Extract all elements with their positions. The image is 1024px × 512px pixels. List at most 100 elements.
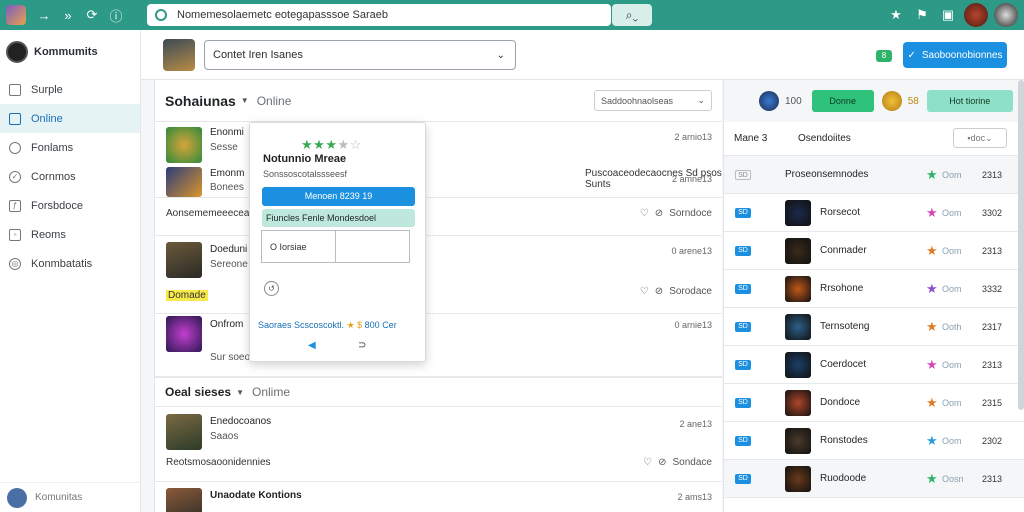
popover-secondary-button[interactable]: Fiuncles Fenle Mondesdoel [262,209,415,227]
search-button[interactable]: ⌕⌄ [612,4,652,26]
column-header[interactable]: Osendoiites [798,133,851,144]
row-stat: Oom [942,397,962,408]
brand-name: Kommumits [34,46,98,58]
popover-link[interactable]: Saoraes Scscoscoktl. ★ $ 800 Cer [258,320,397,331]
next-icon[interactable]: ⊃ [358,340,366,351]
item-action[interactable]: Sorodace [669,286,712,297]
sidebar-footer[interactable]: Komunitas [0,482,141,512]
popover-input-field[interactable]: O Iorsiae [262,231,336,262]
popover-link-text: Saoraes Scscoscoktl. [258,320,345,330]
star-icon: ★ [926,394,938,410]
sidebar-item-label: Forsbdoce [31,199,83,212]
history-icon[interactable]: ↺ [264,281,279,296]
popover-input[interactable]: O Iorsiae [261,230,410,263]
comment-icon[interactable]: ⊘ [655,208,663,219]
comment-icon[interactable]: ⊘ [655,286,663,297]
gold-coin-icon [881,91,902,111]
right-panel: 100 Donne 58 Hot tiorine Mane 3 Osendoii… [723,80,1024,512]
prev-icon[interactable]: ◀ [308,340,316,351]
sort-select[interactable]: Saddoohnaolseas ⌄ [594,90,712,111]
row-name: Coerdocet [820,359,867,370]
row-stat: Oom [942,245,962,256]
star-icon[interactable]: ★ [886,7,906,23]
heart-icon[interactable]: ♡ [640,286,649,297]
grid-icon[interactable]: ▣ [938,7,958,23]
column-header[interactable]: Mane 3 [734,133,767,144]
list-item[interactable]: Onfrom Sur soeo 0 arnie13 [155,314,722,377]
row-image [785,237,811,264]
table-row[interactable]: SD Rorsecot ★ Oom 3302 [724,194,1024,232]
app-logo-icon[interactable] [6,5,26,25]
row-image [785,199,811,226]
heart-icon[interactable]: ♡ [643,457,652,468]
forward-icon[interactable]: → [32,8,56,23]
list-item[interactable]: Unaodate Kontions 2 ams13 [155,482,722,512]
sidebar-item-online[interactable]: Online [0,104,140,133]
row-name: Rorsecot [820,207,861,218]
sidebar-item-reoms[interactable]: ▫ Reoms [0,220,140,249]
heart-icon[interactable]: ♡ [640,208,649,219]
table-row[interactable]: SD Conmader ★ Oom 2313 [724,232,1024,270]
row-name: Proseonsemnodes [785,169,869,180]
chat-icon: ▫ [9,228,21,241]
highlight-tag: Domade [166,290,208,301]
context-select[interactable]: Contet Iren Isanes ⌄ [204,40,516,70]
table-row[interactable]: SD Coerdocet ★ Oom 2313 [724,346,1024,384]
caret-down-icon[interactable]: ▼ [236,388,244,397]
brand[interactable]: Kommumits [0,30,140,74]
row-value: 2313 [982,359,1003,370]
row-tag: SD [735,359,751,370]
list-item[interactable]: Enedocoanos Saaos 2 ane13 Reotsmosaoonid… [155,407,722,482]
game-thumbnail[interactable] [163,39,195,71]
sidebar-item-fonlams[interactable]: Fonlams [0,133,140,162]
item-subtitle: Bonees [210,182,244,193]
sidebar-item-surple[interactable]: Surple [0,75,140,104]
filter-value: doc [970,133,986,143]
table-row[interactable]: SD Dondoce ★ Oom 2315 [724,384,1024,422]
item-title: Emonm [210,168,245,179]
list-item[interactable]: Enonmi Sesse 2 arnio13 Emonm Bonees 2 am… [155,122,722,198]
item-action[interactable]: Sondace [673,457,712,468]
item-title: Unaodate Kontions [210,490,302,501]
right-columns: Mane 3 Osendoiites ▪ doc ⌄ [724,122,1024,156]
chevron-down-icon: ⌄ [697,95,705,105]
teal-button[interactable]: Hot tiorine [926,90,1013,112]
list-item[interactable]: Doeduni Sereone 0 arene13 Domade ♡ ⊘ Sor… [155,236,722,314]
row-tag: SD [735,397,751,408]
table-row[interactable]: SD Rrsohone ★ Oom 3332 [724,270,1024,308]
expand-icon[interactable]: » [56,8,80,23]
table-row[interactable]: SD Ronstodes ★ Oom 2302 [724,422,1024,460]
item-title: Enedocoanos [210,416,272,427]
green-button[interactable]: Donne [811,90,874,112]
sidebar-item-konmbatatis[interactable]: ◎ Konmbatatis [0,249,140,278]
row-stat: Ooth [942,321,962,332]
refresh-icon[interactable]: ⟳ [80,7,104,23]
url-bar[interactable]: Nomemesolaemetc eotegapasssoe Saraeb [147,4,611,26]
primary-button[interactable]: ✓ Saoboonobionnes [903,42,1007,68]
popover-primary-button[interactable]: Menoen 8239 19 [262,187,415,206]
avatar[interactable] [964,3,988,27]
star-icon: ★ [301,137,314,152]
info-icon[interactable]: ⓘ [104,6,128,25]
popover-input-field-2[interactable] [336,231,409,262]
comment-icon[interactable]: ⊘ [658,457,666,468]
row-tag: SD [735,321,751,332]
item-image [166,488,202,512]
table-row[interactable]: SD Proseonsemnodes ★ Oom 2313 [724,156,1024,194]
item-subtitle: Sur soeo [210,352,251,363]
flag-icon[interactable]: ⚑ [912,7,932,23]
filter-select[interactable]: ▪ doc ⌄ [953,128,1007,148]
user-avatar[interactable] [994,3,1018,27]
sidebar-item-cornmos[interactable]: ✓ Cornmos [0,162,140,191]
table-row[interactable]: SD Ternsoteng ★ Ooth 2317 [724,308,1024,346]
row-name: Ronstodes [820,435,868,446]
item-action[interactable]: Sorndoce [669,208,712,219]
sidebar-item-forsbdoce[interactable]: ƒ Forsbdoce [0,191,140,220]
star-icon: ★ [926,242,938,258]
caret-down-icon[interactable]: ▼ [241,96,249,105]
scrollbar[interactable] [1018,80,1024,410]
item-image [166,167,202,197]
row-name: Conmader [820,245,867,256]
table-row[interactable]: SD Ruodoode ★ Oosn 2313 [724,460,1024,498]
coin-count: 100 [785,95,802,107]
